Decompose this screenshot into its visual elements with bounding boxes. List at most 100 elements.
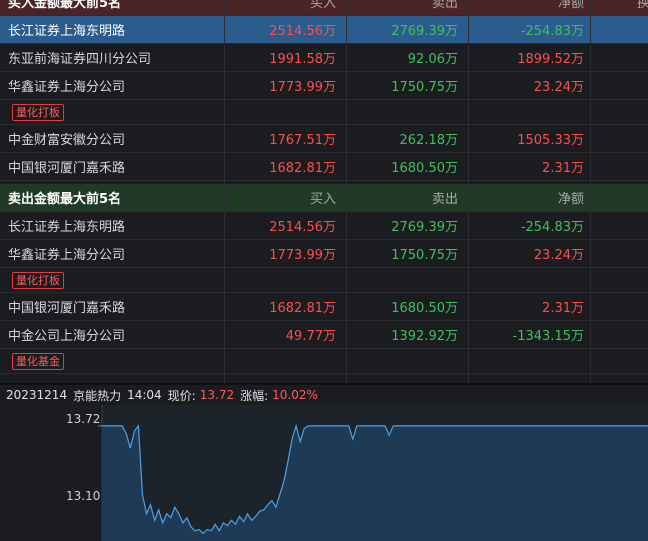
net-amount: -254.83万 [469, 212, 591, 239]
sell-amount: 262.18万 [347, 125, 469, 152]
strategy-tag[interactable]: 量化打板 [12, 103, 64, 121]
extra-cell [591, 293, 648, 320]
net-amount: 2.31万 [469, 153, 591, 180]
empty-cell [347, 100, 469, 124]
sell-section: 卖出金额最大前5名 买入 卖出 净额 长江证券上海东明路 2514.56万 2769… [0, 184, 648, 399]
strategy-tag[interactable]: 量化打板 [12, 271, 64, 289]
y-tick-label-mid: 13.10 [66, 489, 101, 503]
change-value: 10.02% [272, 388, 318, 402]
sell-amount: 1680.50万 [347, 153, 469, 180]
buy-section: 买入金额最大前5名 买入 卖出 净额 换 长江证券上海东明路 2514.56万 27… [0, 0, 648, 206]
extra-cell [591, 321, 648, 348]
col-sell-header[interactable]: 卖出 [347, 184, 469, 211]
buy-amount: 1773.99万 [225, 72, 347, 99]
table-row[interactable]: 华鑫证券上海分公司 1773.99万 1750.75万 23.24万 [0, 240, 648, 268]
table-row[interactable]: 长江证券上海东明路 2514.56万 2769.39万 -254.83万 [0, 16, 648, 44]
net-amount: 1505.33万 [469, 125, 591, 152]
empty-cell [591, 349, 648, 373]
table-row[interactable]: 东亚前海证券四川分公司 1991.58万 92.06万 1899.52万 [0, 44, 648, 72]
buy-amount: 49.77万 [225, 321, 347, 348]
empty-cell [347, 268, 469, 292]
intraday-chart[interactable]: 13.72 13.10 [0, 405, 648, 541]
col-extra-header [591, 184, 648, 211]
chart-time: 14:04 [127, 388, 162, 402]
tag-row: 量化基金 [0, 349, 648, 374]
buy-amount: 1773.99万 [225, 240, 347, 267]
table-row[interactable]: 中国银河厦门嘉禾路 1682.81万 1680.50万 2.31万 [0, 293, 648, 321]
buy-amount: 2514.56万 [225, 212, 347, 239]
broker-name: 中金财富安徽分公司 [0, 125, 225, 152]
empty-cell [347, 349, 469, 373]
net-amount: 1899.52万 [469, 44, 591, 71]
sell-amount: 1392.92万 [347, 321, 469, 348]
buy-amount: 1991.58万 [225, 44, 347, 71]
tag-cell: 量化打板 [0, 100, 225, 124]
empty-cell [469, 349, 591, 373]
tag-cell: 量化基金 [0, 349, 225, 373]
buy-amount: 1682.81万 [225, 293, 347, 320]
extra-cell [591, 153, 648, 180]
buy-amount: 1682.81万 [225, 153, 347, 180]
sell-amount: 1750.75万 [347, 72, 469, 99]
sell-section-header: 卖出金额最大前5名 买入 卖出 净额 [0, 184, 648, 212]
extra-cell [591, 125, 648, 152]
sell-section-title: 卖出金额最大前5名 [0, 184, 225, 211]
y-tick-label-top: 13.72 [66, 412, 101, 426]
empty-cell [591, 100, 648, 124]
net-amount: 2.31万 [469, 293, 591, 320]
table-row[interactable]: 中金财富安徽分公司 1767.51万 262.18万 1505.33万 [0, 125, 648, 153]
buy-amount: 2514.56万 [225, 16, 347, 43]
sell-amount: 2769.39万 [347, 16, 469, 43]
sell-amount: 1680.50万 [347, 293, 469, 320]
chart-info-bar: 20231214 京能热力 14:04 现价: 13.72 涨幅: 10.02% [0, 383, 648, 405]
table-row[interactable]: 华鑫证券上海分公司 1773.99万 1750.75万 23.24万 [0, 72, 648, 100]
col-sell-header[interactable]: 卖出 [347, 0, 469, 15]
col-net-header[interactable]: 净额 [469, 0, 591, 15]
buy-amount: 1767.51万 [225, 125, 347, 152]
price-label: 现价: [167, 388, 196, 403]
empty-cell [225, 268, 347, 292]
broker-name: 长江证券上海东明路 [0, 16, 225, 43]
empty-cell [469, 268, 591, 292]
sell-amount: 1750.75万 [347, 240, 469, 267]
net-amount: -254.83万 [469, 16, 591, 43]
broker-name: 中国银河厦门嘉禾路 [0, 153, 225, 180]
empty-cell [225, 349, 347, 373]
table-row[interactable]: 中金公司上海分公司 49.77万 1392.92万 -1343.15万 [0, 321, 648, 349]
broker-name: 华鑫证券上海分公司 [0, 72, 225, 99]
net-amount: -1343.15万 [469, 321, 591, 348]
net-amount: 23.24万 [469, 240, 591, 267]
empty-cell [225, 100, 347, 124]
col-extra-header[interactable]: 换 [591, 0, 648, 15]
sell-amount: 92.06万 [347, 44, 469, 71]
extra-cell [591, 16, 648, 43]
table-row[interactable]: 中国银河厦门嘉禾路 1682.81万 1680.50万 2.31万 [0, 153, 648, 181]
table-row[interactable]: 长江证券上海东明路 2514.56万 2769.39万 -254.83万 [0, 212, 648, 240]
price-value: 13.72 [199, 388, 235, 402]
extra-cell [591, 44, 648, 71]
broker-name: 中国银河厦门嘉禾路 [0, 293, 225, 320]
col-net-header[interactable]: 净额 [469, 184, 591, 211]
broker-name: 中金公司上海分公司 [0, 321, 225, 348]
broker-name: 华鑫证券上海分公司 [0, 240, 225, 267]
extra-cell [591, 212, 648, 239]
extra-cell [591, 72, 648, 99]
broker-name: 东亚前海证券四川分公司 [0, 44, 225, 71]
col-buy-header[interactable]: 买入 [225, 184, 347, 211]
sell-amount: 2769.39万 [347, 212, 469, 239]
net-amount: 23.24万 [469, 72, 591, 99]
empty-cell [469, 100, 591, 124]
strategy-tag[interactable]: 量化基金 [12, 352, 64, 370]
change-label: 涨幅: [240, 388, 269, 403]
broker-name: 长江证券上海东明路 [0, 212, 225, 239]
chart-date: 20231214 [6, 388, 68, 402]
buy-section-title: 买入金额最大前5名 [0, 0, 225, 15]
chart-stock-name: 京能热力 [73, 388, 122, 403]
tag-row: 量化打板 [0, 100, 648, 125]
tag-row: 量化打板 [0, 268, 648, 293]
extra-cell [591, 240, 648, 267]
tag-cell: 量化打板 [0, 268, 225, 292]
empty-cell [591, 268, 648, 292]
col-buy-header[interactable]: 买入 [225, 0, 347, 15]
buy-section-header: 买入金额最大前5名 买入 卖出 净额 换 [0, 0, 648, 16]
